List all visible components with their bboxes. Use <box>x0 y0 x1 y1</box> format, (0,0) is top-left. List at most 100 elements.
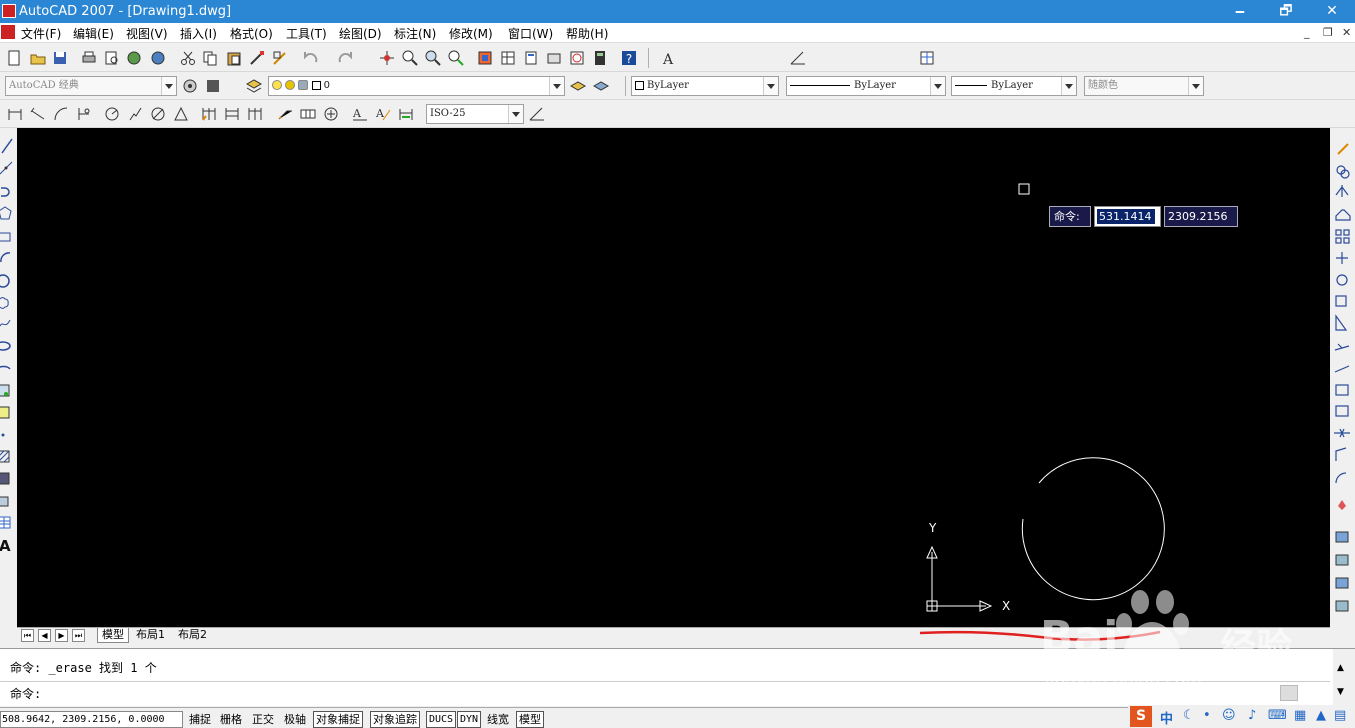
first-tab-button[interactable]: ⏮ <box>21 629 34 642</box>
workspace-settings-icon[interactable] <box>181 77 199 95</box>
open-icon[interactable] <box>29 49 47 67</box>
publish-web-icon[interactable] <box>149 49 167 67</box>
continue-dimension-icon[interactable] <box>246 105 264 123</box>
ime-punctuation-icon[interactable]: • <box>1203 708 1211 723</box>
point-icon[interactable] <box>0 425 17 445</box>
ime-skin-icon[interactable]: ▲ <box>1316 708 1326 723</box>
menu-file[interactable]: 文件(F) <box>21 25 61 42</box>
multiline-text-icon[interactable]: A <box>0 535 17 555</box>
plot-preview-icon[interactable] <box>103 49 121 67</box>
next-tab-button[interactable]: ▶ <box>55 629 68 642</box>
publish-icon[interactable] <box>125 49 143 67</box>
ime-toolbox-icon[interactable]: ▦ <box>1294 708 1306 723</box>
region-icon[interactable] <box>0 491 17 511</box>
markup-icon[interactable] <box>568 49 586 67</box>
dim-style-icon[interactable] <box>789 49 807 67</box>
dimension-style-control-dropdown[interactable]: ISO-25 <box>426 104 524 124</box>
restore-button[interactable]: 🗗 <box>1263 0 1309 23</box>
menu-dimension[interactable]: 标注(N) <box>394 25 436 42</box>
ducs-toggle[interactable]: DUCS <box>426 711 457 728</box>
ime-halfwidth-icon[interactable]: ☾ <box>1183 708 1195 723</box>
baseline-dimension-icon[interactable] <box>223 105 241 123</box>
dimension-style-manager-icon[interactable] <box>528 105 546 123</box>
revision-cloud-icon[interactable] <box>0 293 17 313</box>
plot-icon[interactable] <box>80 49 98 67</box>
center-mark-icon[interactable] <box>322 105 340 123</box>
horizontal-scroll-thumb[interactable] <box>1280 685 1298 701</box>
otrack-toggle[interactable]: 对象追踪 <box>370 711 420 728</box>
ordinate-dimension-icon[interactable] <box>75 105 93 123</box>
ime-keyboard-icon[interactable]: ⌨ <box>1268 708 1287 723</box>
make-object-layer-current-icon[interactable] <box>569 77 587 95</box>
zoom-previous-icon[interactable] <box>447 49 465 67</box>
redo-icon[interactable] <box>336 49 354 67</box>
table-style-icon[interactable] <box>918 49 936 67</box>
mdi-close-button[interactable]: ✕ <box>1342 26 1351 39</box>
ortho-toggle[interactable]: 正交 <box>249 711 277 728</box>
layer-dropdown[interactable]: 0 <box>268 76 565 96</box>
zoom-realtime-icon[interactable] <box>401 49 419 67</box>
lineweight-control-dropdown[interactable]: ByLayer <box>951 76 1077 96</box>
circle-icon[interactable] <box>0 271 17 291</box>
menu-draw[interactable]: 绘图(D) <box>339 25 382 42</box>
osnap-toggle[interactable]: 对象捕捉 <box>313 711 363 728</box>
dimension-edit-icon[interactable]: A <box>351 105 369 123</box>
close-button[interactable]: ✕ <box>1309 0 1355 23</box>
mdi-minimize-button[interactable]: _ <box>1304 26 1310 39</box>
jogged-dimension-icon[interactable] <box>126 105 144 123</box>
undo-icon[interactable] <box>302 49 320 67</box>
menu-tools[interactable]: 工具(T) <box>286 25 327 42</box>
paste-icon[interactable] <box>225 49 243 67</box>
previous-tab-button[interactable]: ◀ <box>38 629 51 642</box>
zoom-window-icon[interactable] <box>424 49 442 67</box>
cut-icon[interactable] <box>179 49 197 67</box>
polyline-icon[interactable] <box>0 182 17 202</box>
construction-line-icon[interactable] <box>0 159 17 179</box>
ellipse-icon[interactable] <box>0 336 17 356</box>
ime-emoji-icon[interactable]: ☺ <box>1222 708 1236 723</box>
mdi-restore-button[interactable]: ❐ <box>1323 26 1333 39</box>
properties-icon[interactable] <box>476 49 494 67</box>
tab-layout2[interactable]: 布局2 <box>174 628 211 643</box>
calculator-icon[interactable] <box>591 49 609 67</box>
dyn-toggle[interactable]: DYN <box>457 711 482 728</box>
gradient-icon[interactable] <box>0 469 17 489</box>
insert-block-icon[interactable] <box>0 381 17 401</box>
layer-previous-icon[interactable] <box>592 77 610 95</box>
menu-modify[interactable]: 修改(M) <box>449 25 493 42</box>
autocad-app-icon[interactable] <box>2 4 16 18</box>
radius-dimension-icon[interactable] <box>103 105 121 123</box>
dimension-update-icon[interactable] <box>397 105 415 123</box>
sheet-set-icon[interactable] <box>545 49 563 67</box>
arc-icon[interactable] <box>0 248 17 268</box>
tolerance-icon[interactable] <box>299 105 317 123</box>
drawing-area[interactable]: Y X 命令: 531.1414 2309.2156 <box>17 128 1330 627</box>
text-style-icon[interactable]: A <box>660 49 678 67</box>
ime-language-indicator[interactable]: 中 <box>1160 708 1173 727</box>
polygon-icon[interactable] <box>0 204 17 224</box>
dynamic-input-x-field[interactable]: 531.1414 <box>1094 206 1161 227</box>
diameter-dimension-icon[interactable] <box>149 105 167 123</box>
copy-icon[interactable] <box>201 49 219 67</box>
linear-dimension-icon[interactable] <box>6 105 24 123</box>
ime-menu-icon[interactable]: ▤ <box>1334 708 1346 723</box>
tab-layout1[interactable]: 布局1 <box>132 628 169 643</box>
menu-help[interactable]: 帮助(H) <box>566 25 608 42</box>
workspace-dropdown[interactable]: AutoCAD 经典 <box>5 76 177 96</box>
document-icon[interactable] <box>1 25 15 39</box>
grid-toggle[interactable]: 栅格 <box>217 711 245 728</box>
ime-voice-icon[interactable]: ♪ <box>1248 708 1256 723</box>
coordinate-readout[interactable]: 508.9642, 2309.2156, 0.0000 <box>0 711 183 728</box>
ellipse-arc-icon[interactable] <box>0 359 17 379</box>
menu-view[interactable]: 视图(V) <box>126 25 168 42</box>
color-control-dropdown[interactable]: ByLayer <box>631 76 779 96</box>
quick-dimension-icon[interactable] <box>200 105 218 123</box>
scroll-up-icon[interactable]: ▲ <box>1337 663 1344 673</box>
spline-icon[interactable] <box>0 314 17 334</box>
explode-icon[interactable] <box>1338 500 1346 510</box>
quick-leader-icon[interactable] <box>276 105 294 123</box>
lineweight-toggle[interactable]: 线宽 <box>484 711 512 728</box>
sogou-ime-icon[interactable]: S <box>1130 706 1152 727</box>
table-icon[interactable] <box>0 513 17 533</box>
aligned-dimension-icon[interactable] <box>29 105 47 123</box>
